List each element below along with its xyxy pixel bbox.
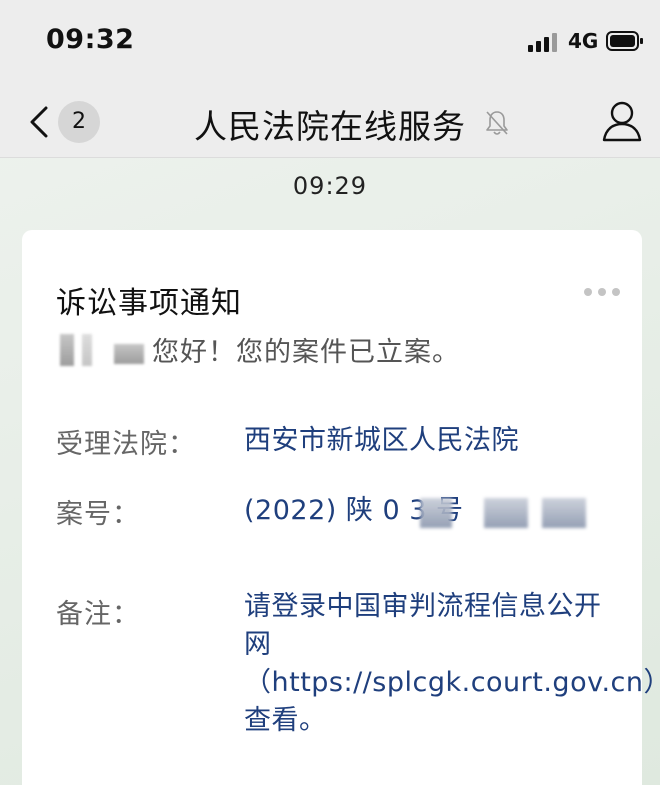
card-title: 诉讼事项通知 xyxy=(56,286,242,321)
case-number-label: 案号： xyxy=(56,499,140,530)
more-dots-icon[interactable] xyxy=(582,286,622,298)
redacted-case-block xyxy=(420,498,452,528)
greeting-line: 您好！您的案件已立案。 xyxy=(56,330,616,370)
unread-count-badge[interactable]: 2 xyxy=(58,101,100,143)
profile-person-icon[interactable] xyxy=(600,98,644,144)
court-value: 西安市新城区人民法院 xyxy=(244,425,519,456)
battery-icon xyxy=(606,31,643,51)
chat-title: 人民法院在线服务 xyxy=(194,107,466,146)
chat-header: 2 人民法院在线服务 xyxy=(0,88,660,158)
status-time: 09:32 xyxy=(46,24,135,55)
network-type: 4G xyxy=(568,29,599,53)
remark-label: 备注： xyxy=(56,599,140,630)
mute-bell-icon xyxy=(486,111,508,135)
redacted-case-block xyxy=(542,498,586,528)
redacted-name-block xyxy=(114,344,144,364)
redacted-name-block xyxy=(82,334,92,366)
court-label: 受理法院： xyxy=(56,429,196,460)
back-chevron-icon[interactable] xyxy=(28,105,50,139)
signal-bars-icon xyxy=(528,33,557,52)
redacted-case-block xyxy=(484,498,528,528)
status-bar: 09:32 4G xyxy=(0,0,660,88)
remark-value: 请登录中国审判流程信息公开网（https://splcgk.court.gov.… xyxy=(244,591,660,736)
redacted-name-block xyxy=(60,334,74,366)
notification-card[interactable]: 诉讼事项通知 您好！您的案件已立案。 受理法院： 西安市新城区人民法院 案号： … xyxy=(22,230,660,785)
message-timestamp: 09:29 xyxy=(292,172,368,200)
greeting-text: 您好！您的案件已立案。 xyxy=(152,337,460,368)
